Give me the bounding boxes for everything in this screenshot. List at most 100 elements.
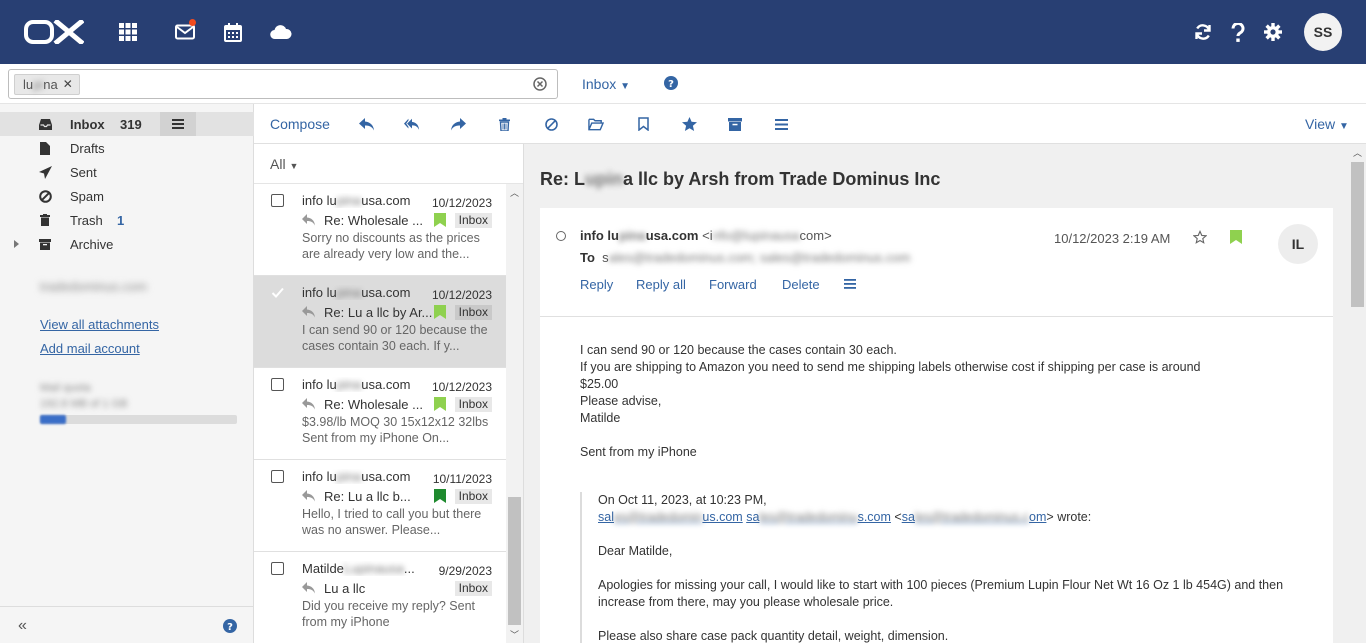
collapse-sidebar-icon[interactable]: « [18,617,27,635]
message-row[interactable]: MatildeLupinausa... 9/29/2023 Lu a llc Inbo… [254,552,506,643]
message-subject: Re: Wholesale ... [324,213,423,228]
flag-icon[interactable] [434,397,446,411]
message-preview: $3.98/lb MOQ 30 15x12x12 32lbs Sent from… [302,415,489,445]
svg-text:?: ? [227,622,233,633]
folder-sent[interactable]: Sent [0,160,254,184]
reply-link[interactable]: Reply [580,277,613,292]
cloud-drive-icon[interactable] [269,19,293,45]
quote-header: On Oct 11, 2023, at 10:23 PM, [598,493,767,507]
apps-grid-icon[interactable] [116,19,140,45]
compose-button[interactable]: Compose [270,116,330,132]
forward-link[interactable]: Forward [709,277,757,292]
row-checkbox[interactable] [271,562,284,575]
reply-all-link[interactable]: Reply all [636,277,686,292]
search-help-icon[interactable]: ? [664,76,678,90]
svg-text:?: ? [668,79,674,90]
folder-badge: Inbox [454,305,492,320]
expand-archive-icon[interactable] [14,240,19,248]
sender-avatar: IL [1278,224,1318,264]
star-outline-icon[interactable] [1193,230,1207,244]
mail-toolbar: Compose View ▼ [254,104,1366,144]
unread-notification-dot [189,19,196,26]
message-sender: info lupinausa.com [302,285,411,300]
view-all-attachments-link[interactable]: View all attachments [40,317,159,332]
folder-trash[interactable]: Trash 1 [0,208,254,232]
calendar-icon[interactable] [221,19,245,45]
quote-email-link[interactable]: sales@tradedominus.com [902,510,1047,524]
green-flag-icon[interactable] [1230,230,1242,244]
search-token[interactable]: lupina ✕ [14,74,80,95]
message-subject: Re: Lu a llc b... [324,489,411,504]
refresh-icon[interactable] [1191,19,1215,45]
quote-greeting: Dear Matilde, [598,544,673,558]
spam-ban-icon [38,189,52,203]
list-header: All ▼ [254,144,523,184]
quoted-message: On Oct 11, 2023, at 10:23 PM, sales@trad… [580,492,1300,643]
list-scrollbar[interactable]: ︿ ﹀ [506,184,523,643]
view-dropdown[interactable]: View ▼ [1305,116,1349,132]
replied-icon [302,398,315,410]
reply-icon[interactable] [359,116,375,132]
message-row[interactable]: info lupinausa.com 10/12/2023 Re: Wholesal… [254,368,506,460]
clear-search-icon[interactable] [533,77,547,91]
search-folder-dropdown[interactable]: Inbox ▼ [582,76,630,92]
sidebar-help-icon[interactable]: ? [223,619,237,633]
caret-down-icon: ▼ [620,81,631,92]
folder-sidebar: Inbox 319 Drafts Sent Spam Trash 1 Archi… [0,104,254,643]
scroll-up-icon[interactable]: ︿ [1353,146,1362,159]
star-icon[interactable] [681,116,697,132]
flag-icon[interactable] [434,305,446,319]
mail-icon[interactable] [173,19,197,45]
mark-unread-toggle[interactable] [556,231,566,241]
row-checkbox[interactable] [271,378,284,391]
row-checkbox[interactable] [271,194,284,207]
add-mail-account-link[interactable]: Add mail account [40,341,140,356]
quota-label: Mail quota [40,382,91,394]
flag-icon[interactable] [434,489,446,503]
more-actions-icon[interactable] [773,116,789,132]
sender[interactable]: info lupinausa.com <info@lupinausacom> [580,228,832,243]
detail-scroll-thumb[interactable] [1351,162,1364,307]
flag-icon[interactable] [434,213,446,227]
folder-options-button[interactable] [160,112,196,136]
mark-spam-icon[interactable] [543,116,559,132]
archive-toolbar-icon[interactable] [727,116,743,132]
help-icon[interactable] [1226,19,1250,45]
archive-icon [38,237,52,251]
message-row[interactable]: info lupinausa.com 10/12/2023 Re: Lu a llc… [254,276,506,368]
delete-icon[interactable] [496,116,512,132]
message-date: 10/12/2023 [431,196,492,210]
message-row[interactable]: info lupinausa.com 10/12/2023 Re: Wholesal… [254,184,506,276]
replied-icon [302,490,315,502]
quote-email-link[interactable]: sales@tradedominus.com [746,510,891,524]
row-checkbox[interactable] [271,470,284,483]
scroll-down-icon[interactable]: ﹀ [510,628,519,641]
caret-down-icon: ▼ [1338,121,1349,132]
ox-logo[interactable] [24,20,84,44]
search-input[interactable]: lupina ✕ [8,69,558,99]
bookmark-flag-icon[interactable] [635,116,651,132]
user-avatar[interactable]: SS [1304,13,1342,51]
message-more-icon[interactable] [844,279,856,289]
search-row: lupina ✕ Inbox ▼ ? [0,64,1366,104]
checkmark-icon[interactable] [271,286,284,299]
delete-link[interactable]: Delete [782,277,820,292]
move-folder-icon[interactable] [588,116,604,132]
detail-scrollbar[interactable]: ︿ [1349,144,1366,643]
quote-email-link[interactable]: sales@tradedominus.com [598,510,743,524]
folder-spam[interactable]: Spam [0,184,254,208]
message-row[interactable]: info lupinausa.com 10/11/2023 Re: Lu a llc… [254,460,506,552]
scroll-up-icon[interactable]: ︿ [510,186,519,199]
settings-gear-icon[interactable] [1261,19,1285,45]
quota-value: 192.8 MB of 1 GB [40,398,128,410]
forward-icon[interactable] [450,116,466,132]
select-filter-dropdown[interactable]: All ▼ [270,156,298,172]
body-line: Please advise, [580,394,662,408]
folder-badge: Inbox [454,213,492,228]
folder-archive[interactable]: Archive [0,232,254,256]
remove-token-icon[interactable]: ✕ [63,75,73,94]
list-scroll-thumb[interactable] [508,497,521,625]
reply-all-icon[interactable] [404,116,420,132]
folder-inbox[interactable]: Inbox 319 [0,112,254,136]
folder-drafts[interactable]: Drafts [0,136,254,160]
